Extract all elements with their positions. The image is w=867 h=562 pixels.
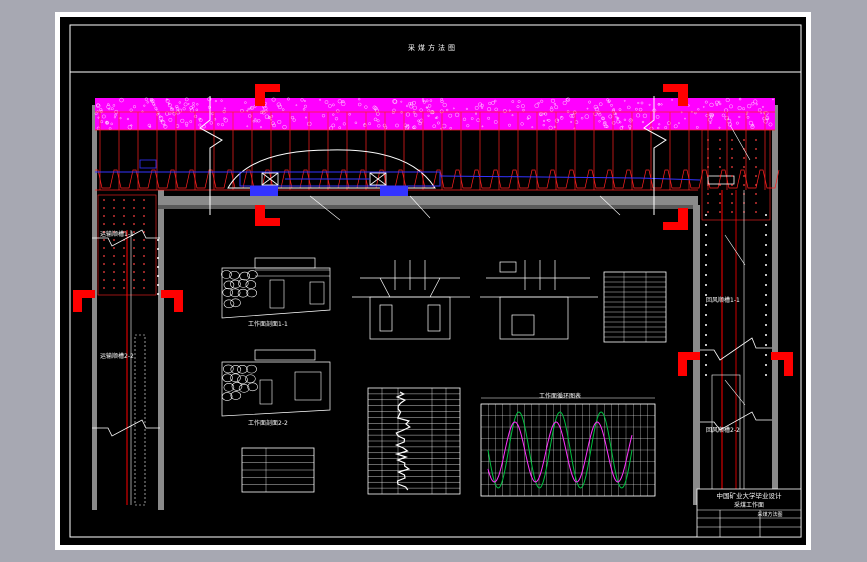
- label-roadway-left-upper: 运输顺槽1-1: [100, 230, 134, 238]
- title-block: 中国矿业大学毕业设计 采煤工作面 采煤方法图: [696, 488, 802, 538]
- label-section-b: 工作面剖面2-2: [248, 419, 288, 427]
- label-roadway-right-upper: 回风顺槽1-1: [706, 296, 740, 304]
- label-roadway-left-lower: 运输顺槽2-2: [100, 352, 134, 360]
- title-block-line2: 采煤工作面: [734, 501, 764, 509]
- roof-rock-band: [95, 98, 775, 130]
- label-section-a: 工作面剖面1-1: [248, 320, 288, 328]
- header-title: 采煤方法图: [408, 43, 458, 52]
- label-roadway-right-lower: 回风顺槽2-2: [706, 426, 740, 434]
- cad-viewport[interactable]: 采煤方法图 运输顺槽1-1 运输顺槽2-2 回风顺槽1-1 回风顺槽2-2 工作…: [0, 0, 867, 562]
- cad-drawing-canvas: 采煤方法图 运输顺槽1-1 运输顺槽2-2 回风顺槽1-1 回风顺槽2-2 工作…: [55, 12, 811, 550]
- label-cycle-chart: 工作面循环图表: [539, 392, 581, 400]
- title-block-line3: 采煤方法图: [757, 511, 782, 518]
- title-block-line1: 中国矿业大学毕业设计: [717, 491, 783, 500]
